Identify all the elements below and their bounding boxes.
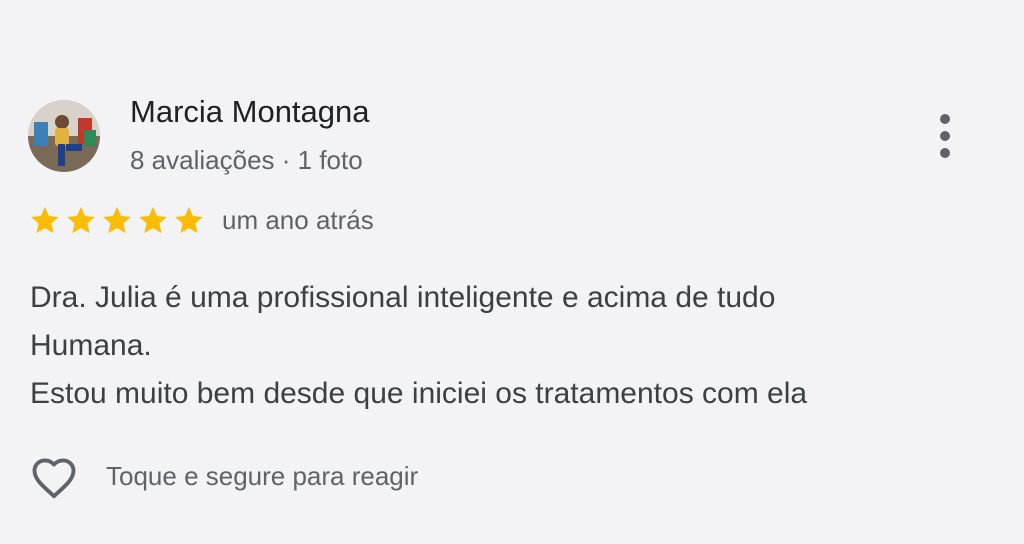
review-text-line: Dra. Julia é uma profissional inteligent… (30, 281, 776, 314)
reviewer-name[interactable]: Marcia Montagna (130, 94, 370, 130)
heart-outline-icon (28, 452, 80, 500)
review-page: Marcia Montagna 8 avaliações · 1 foto um… (0, 0, 1024, 544)
review-time: um ano atrás (222, 205, 374, 235)
more-options-button[interactable] (926, 110, 964, 162)
more-vertical-icon-dot (940, 148, 950, 158)
reviewer-stats[interactable]: 8 avaliações · 1 foto (130, 145, 363, 176)
star-icon (136, 204, 170, 236)
star-rating (28, 204, 206, 236)
star-icon (172, 204, 206, 236)
star-icon (64, 204, 98, 236)
react-button[interactable]: Toque e segure para reagir (28, 452, 418, 500)
star-icon (28, 204, 62, 236)
avatar[interactable] (28, 100, 100, 172)
more-vertical-icon (940, 114, 950, 124)
react-label: Toque e segure para reagir (106, 460, 419, 491)
star-icon (100, 204, 134, 236)
more-vertical-icon-dot (940, 131, 950, 141)
review-text-line: Estou muito bem desde que iniciei os tra… (30, 377, 808, 410)
review-text-line: Humana. (30, 329, 152, 362)
avatar-photo (28, 100, 100, 172)
review-text: Dra. Julia é uma profissional inteligent… (30, 274, 990, 418)
